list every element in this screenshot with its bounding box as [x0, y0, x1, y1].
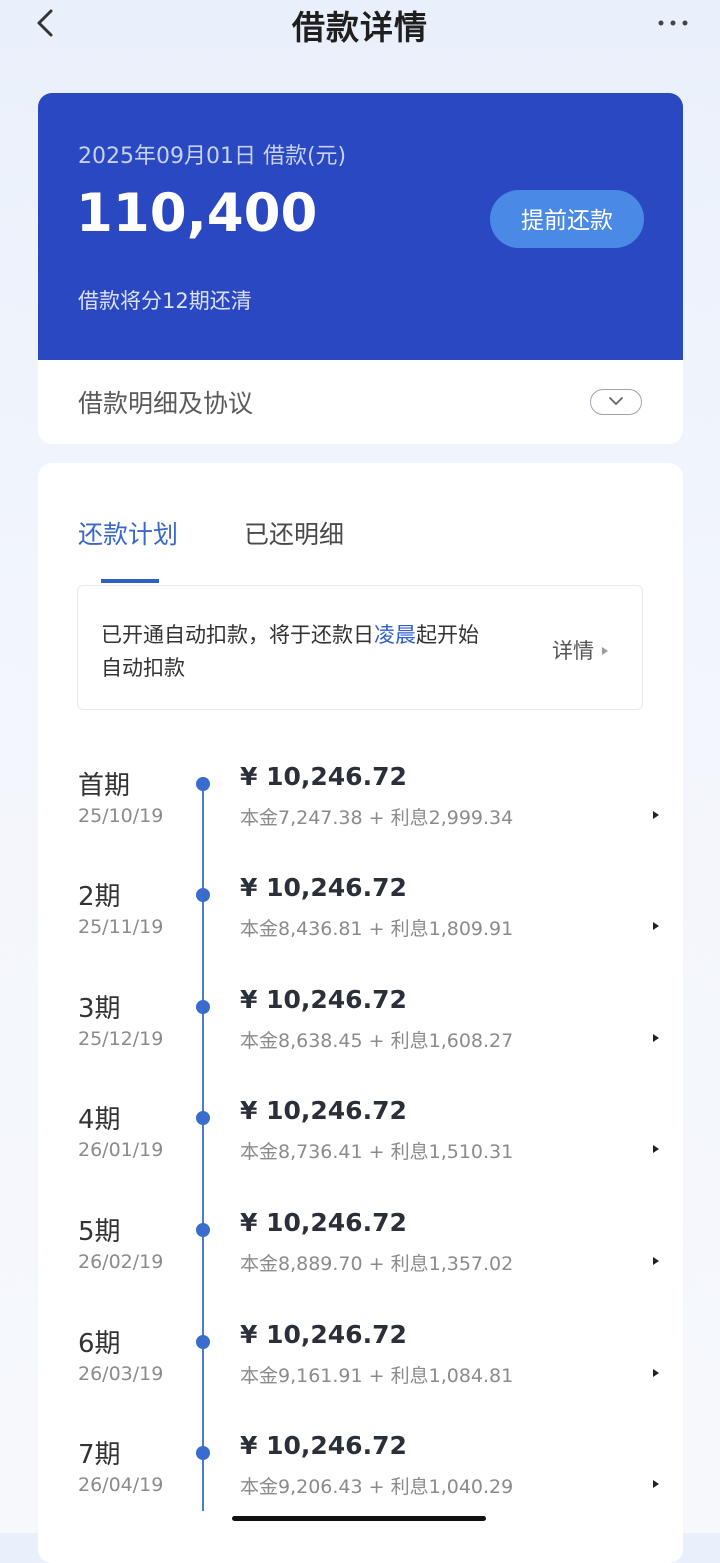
periods-note: 借款将分12期还清 [78, 289, 252, 313]
active-tab-indicator [101, 579, 159, 583]
schedule-row[interactable]: 4期 26/01/19 ¥ 10,246.72 本金8,736.41 + 利息1… [38, 1096, 683, 1199]
schedule-row[interactable]: 2期 25/11/19 ¥ 10,246.72 本金8,436.81 + 利息1… [38, 873, 683, 976]
period-date: 26/04/19 [78, 1474, 164, 1496]
triangle-right-icon[interactable] [653, 1034, 659, 1042]
schedule-row[interactable]: 5期 26/02/19 ¥ 10,246.72 本金8,889.70 + 利息1… [38, 1208, 683, 1311]
schedule-row[interactable]: 首期 25/10/19 ¥ 10,246.72 本金7,247.38 + 利息2… [38, 762, 683, 865]
loan-summary-header: 2025年09月01日 借款(元) 110,400 提前还款 借款将分12期还清 [38, 93, 683, 360]
home-indicator [232, 1516, 486, 1521]
notice-highlight: 凌晨 [374, 623, 416, 647]
period-amount: ¥ 10,246.72 [240, 1431, 407, 1460]
period-label: 3期 [78, 994, 121, 1024]
triangle-right-icon[interactable] [653, 811, 659, 819]
period-date: 25/10/19 [78, 805, 164, 827]
prepay-button[interactable]: 提前还款 [490, 190, 644, 248]
period-label: 7期 [78, 1440, 121, 1470]
period-label: 5期 [78, 1217, 121, 1247]
period-amount: ¥ 10,246.72 [240, 1096, 407, 1125]
timeline-dot [196, 1000, 210, 1014]
notice-text-after: 起开始 [416, 623, 479, 647]
expand-toggle[interactable] [590, 389, 642, 415]
period-date: 25/12/19 [78, 1028, 164, 1050]
timeline-dot [196, 1223, 210, 1237]
period-label: 4期 [78, 1105, 121, 1135]
timeline-dot [196, 1111, 210, 1125]
period-breakdown: 本金9,161.91 + 利息1,084.81 [240, 1365, 514, 1387]
period-breakdown: 本金8,736.41 + 利息1,510.31 [240, 1141, 514, 1163]
notice-text-before: 已开通自动扣款，将于还款日 [101, 623, 374, 647]
triangle-right-icon[interactable] [653, 922, 659, 930]
tab-repaid-details[interactable]: 已还明细 [244, 515, 344, 551]
loan-detail-agreement-row[interactable]: 借款明细及协议 [38, 360, 683, 444]
loan-date-label: 2025年09月01日 借款(元) [78, 144, 347, 169]
schedule-row[interactable]: 6期 26/03/19 ¥ 10,246.72 本金9,161.91 + 利息1… [38, 1320, 683, 1423]
timeline-dot [196, 1446, 210, 1460]
period-breakdown: 本金8,889.70 + 利息1,357.02 [240, 1253, 514, 1275]
period-label: 首期 [78, 771, 131, 801]
period-amount: ¥ 10,246.72 [240, 873, 407, 902]
tab-repayment-plan[interactable]: 还款计划 [78, 515, 178, 551]
period-date: 26/02/19 [78, 1251, 164, 1273]
period-amount: ¥ 10,246.72 [240, 985, 407, 1014]
triangle-right-icon [602, 647, 608, 655]
triangle-right-icon[interactable] [653, 1145, 659, 1153]
repayment-schedule-card: 还款计划 已还明细 已开通自动扣款，将于还款日凌晨起开始 自动扣款 详情 首期 … [38, 463, 683, 1563]
period-amount: ¥ 10,246.72 [240, 1320, 407, 1349]
loan-amount: 110,400 [76, 183, 318, 244]
schedule-row[interactable]: 3期 25/12/19 ¥ 10,246.72 本金8,638.45 + 利息1… [38, 985, 683, 1088]
more-dots-icon[interactable] [656, 8, 690, 42]
period-amount: ¥ 10,246.72 [240, 1208, 407, 1237]
period-amount: ¥ 10,246.72 [240, 762, 407, 791]
chevron-down-icon [609, 397, 623, 405]
period-date: 26/03/19 [78, 1363, 164, 1385]
triangle-right-icon[interactable] [653, 1480, 659, 1488]
timeline-dot [196, 1335, 210, 1349]
page-title: 借款详情 [292, 8, 428, 47]
notice-detail-link[interactable]: 详情 [552, 635, 608, 665]
notice-detail-label: 详情 [552, 639, 594, 663]
period-label: 2期 [78, 882, 121, 912]
loan-summary-card: 2025年09月01日 借款(元) 110,400 提前还款 借款将分12期还清… [38, 93, 683, 444]
timeline-dot [196, 888, 210, 902]
period-breakdown: 本金8,638.45 + 利息1,608.27 [240, 1030, 514, 1052]
triangle-right-icon[interactable] [653, 1369, 659, 1377]
period-breakdown: 本金7,247.38 + 利息2,999.34 [240, 807, 514, 829]
notice-line1: 已开通自动扣款，将于还款日凌晨起开始 [101, 619, 479, 649]
loan-detail-label: 借款明细及协议 [78, 389, 254, 418]
triangle-right-icon[interactable] [653, 1257, 659, 1265]
top-nav: 借款详情 [0, 0, 720, 50]
auto-debit-notice: 已开通自动扣款，将于还款日凌晨起开始 自动扣款 详情 [77, 585, 643, 710]
period-label: 6期 [78, 1329, 121, 1359]
period-breakdown: 本金8,436.81 + 利息1,809.91 [240, 918, 514, 940]
notice-line2: 自动扣款 [101, 656, 185, 680]
period-date: 25/11/19 [78, 916, 164, 938]
timeline-dot [196, 777, 210, 791]
period-breakdown: 本金9,206.43 + 利息1,040.29 [240, 1476, 514, 1498]
period-date: 26/01/19 [78, 1139, 164, 1161]
